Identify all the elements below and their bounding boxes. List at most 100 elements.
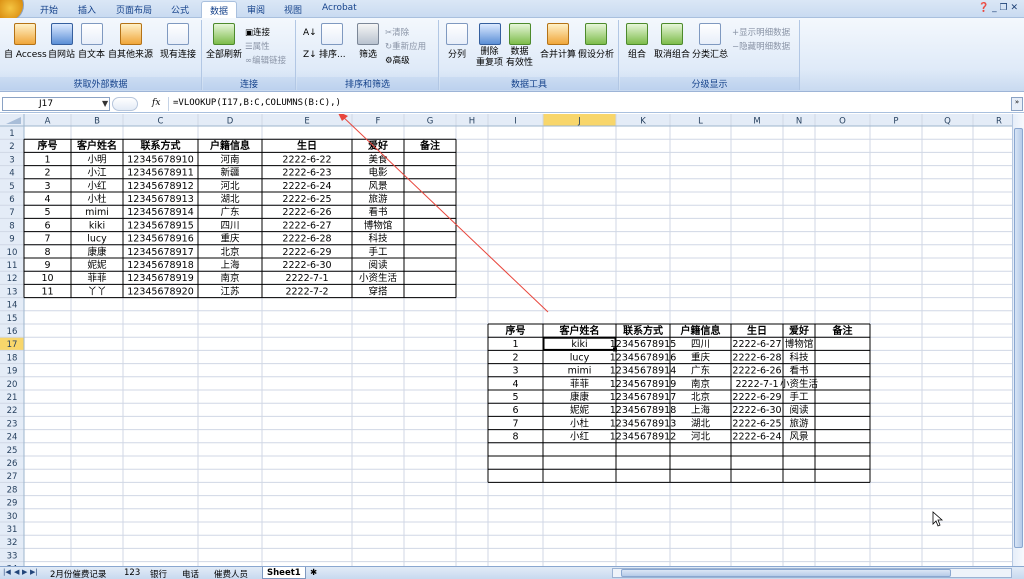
close-icon[interactable]: ✕ — [1010, 3, 1018, 13]
sort-ascending-icon[interactable]: A↓ — [303, 28, 317, 38]
connections-button[interactable]: ▣连接 — [245, 26, 270, 38]
lookup-table-cell: 上海 — [691, 404, 711, 416]
help-icon[interactable]: ❓ — [978, 3, 989, 13]
data-validation-button[interactable]: 数据 有效性 — [506, 23, 533, 69]
horizontal-scroll-thumb[interactable] — [621, 569, 951, 577]
row-header-22: 22 — [7, 406, 18, 416]
sheet-tab-sheet1[interactable]: Sheet1 — [262, 567, 306, 579]
what-if-label: 假设分析 — [578, 50, 615, 60]
sheet-tab-123[interactable]: 123 — [120, 567, 144, 579]
fx-icon[interactable]: fx — [152, 98, 160, 108]
lookup-table-cell: 2222-6-29 — [732, 392, 781, 403]
tab-view[interactable]: 视图 — [284, 3, 302, 16]
chevron-down-icon[interactable]: ▼ — [102, 99, 108, 108]
row-header-31: 31 — [7, 525, 18, 535]
consolidate-button[interactable]: 合并计算 — [540, 23, 576, 60]
customer-table-cell: 12345678920 — [127, 286, 194, 297]
customer-table-cell: 风景 — [368, 181, 387, 192]
row-header-26: 26 — [7, 459, 18, 469]
filter-button[interactable]: 筛选 — [357, 23, 379, 60]
lookup-table-cell: 2 — [512, 352, 518, 363]
group-button[interactable]: 组合 — [626, 23, 648, 60]
tab-review[interactable]: 审阅 — [247, 3, 265, 16]
advanced-button[interactable]: ⚙高级 — [385, 54, 410, 66]
column-header-bar — [0, 114, 1012, 126]
customer-table-cell: 10 — [41, 273, 53, 284]
customer-table-cell: 2222-6-25 — [282, 194, 331, 205]
consolidate-icon — [547, 23, 569, 45]
from-web-button[interactable]: 自网站 — [48, 23, 75, 60]
lookup-table-cell: mimi — [568, 366, 592, 377]
grid-canvas[interactable]: A B C D E F G H I J K L M N O P Q R1234567891011121314151… — [0, 114, 1012, 566]
sheet-tab-staff[interactable]: 催费人员 — [210, 567, 252, 579]
sheet-tab-bank[interactable]: 银行 — [146, 567, 171, 579]
tab-data[interactable]: 数据 — [201, 1, 238, 19]
lookup-table-cell: 旅游 — [789, 417, 809, 429]
sheet-tab-feb[interactable]: 2月份催费记录 — [46, 567, 110, 579]
refresh-icon — [213, 23, 235, 45]
row-header-14: 14 — [7, 301, 18, 311]
row-header-11: 11 — [7, 261, 18, 271]
formula-input[interactable]: =VLOOKUP(I17,B:C,COLUMNS(B:C),) — [168, 97, 1008, 111]
horizontal-scrollbar[interactable] — [612, 568, 1012, 578]
last-sheet-icon[interactable]: ▶| — [30, 568, 38, 576]
first-sheet-icon[interactable]: |◀ — [3, 568, 11, 576]
prev-sheet-icon[interactable]: ◀ — [14, 568, 19, 576]
lookup-table-header-cell: 客户姓名 — [559, 324, 600, 337]
reapply-button[interactable]: ↻重新应用 — [385, 40, 426, 52]
tab-page-layout[interactable]: 页面布局 — [116, 3, 152, 16]
customer-table-cell: 小江 — [87, 168, 107, 179]
column-header-A: A — [45, 117, 51, 127]
customer-table-cell: 2222-6-27 — [282, 220, 331, 231]
edit-links-button[interactable]: ∞编辑链接 — [245, 54, 286, 66]
lookup-table-cell: 2222-7-1 — [735, 379, 778, 390]
name-box[interactable]: J17 — [2, 97, 110, 111]
text-to-columns-button[interactable]: 分列 — [446, 23, 468, 60]
vertical-scroll-thumb[interactable] — [1014, 128, 1023, 548]
from-other-sources-button[interactable]: 自其他来源 — [108, 23, 153, 60]
from-text-button[interactable]: 自文本 — [78, 23, 105, 60]
subtotal-button[interactable]: 分类汇总 — [692, 23, 728, 60]
next-sheet-icon[interactable]: ▶ — [22, 568, 27, 576]
tab-home[interactable]: 开始 — [40, 3, 58, 16]
lookup-table-cell: 风景 — [789, 432, 808, 443]
insert-sheet-icon[interactable]: ✱ — [306, 567, 321, 579]
lookup-table-cell: 12345678912 — [610, 432, 677, 443]
ungroup-button[interactable]: 取消组合 — [654, 23, 690, 60]
lookup-table-cell: 重庆 — [691, 351, 711, 363]
sort-descending-icon[interactable]: Z↓ — [303, 50, 317, 60]
connections-label: 连接 — [253, 28, 271, 38]
from-access-button[interactable]: 自 Access — [4, 23, 47, 60]
worksheet-grid[interactable]: A B C D E F G H I J K L M N O P Q R 1 2 3 4 5 6 7 8 9 10 11 12 13 14 15 1… — [0, 114, 1012, 566]
column-header-Q: Q — [944, 117, 951, 127]
tab-formulas[interactable]: 公式 — [171, 3, 189, 16]
remove-duplicates-button[interactable]: 删除 重复项 — [476, 23, 503, 69]
properties-button[interactable]: ☰属性 — [245, 40, 270, 52]
lookup-table-cell: 2222-6-26 — [732, 366, 781, 377]
window-controls: ❓ _ ❐ ✕ — [978, 3, 1018, 13]
hide-detail-button[interactable]: −隐藏明细数据 — [732, 40, 790, 52]
formula-buttons[interactable] — [112, 97, 138, 111]
sheet-tab-bar: |◀ ◀ ▶ ▶| 2月份催费记录 123 银行 电话 催费人员 Sheet1 … — [0, 566, 1024, 579]
restore-icon[interactable]: ❐ — [1000, 3, 1008, 13]
tab-acrobat[interactable]: Acrobat — [322, 3, 357, 13]
column-header-L: L — [698, 117, 703, 127]
fill-handle[interactable] — [613, 347, 617, 352]
what-if-button[interactable]: 假设分析 — [578, 23, 614, 60]
customer-table-cell: 小杜 — [87, 193, 107, 205]
customer-table-cell: 5 — [44, 207, 50, 218]
sort-button[interactable]: 排序... — [319, 23, 346, 60]
lookup-table-cell: 12345678915 — [610, 339, 677, 350]
existing-connections-button[interactable]: 现有连接 — [160, 23, 196, 60]
customer-table-cell: 菲菲 — [87, 272, 107, 284]
expand-formula-icon[interactable]: » — [1011, 97, 1023, 111]
sheet-tab-phone[interactable]: 电话 — [178, 567, 203, 579]
show-detail-button[interactable]: +显示明细数据 — [732, 26, 790, 38]
customer-table-header-cell: 序号 — [38, 139, 58, 152]
minimize-icon[interactable]: _ — [992, 3, 999, 13]
clear-button[interactable]: ✂清除 — [385, 26, 409, 38]
vertical-scrollbar[interactable] — [1012, 114, 1024, 566]
split-columns-icon — [446, 23, 468, 45]
tab-insert[interactable]: 插入 — [78, 3, 96, 16]
refresh-all-button[interactable]: 全部刷新 — [206, 23, 242, 60]
